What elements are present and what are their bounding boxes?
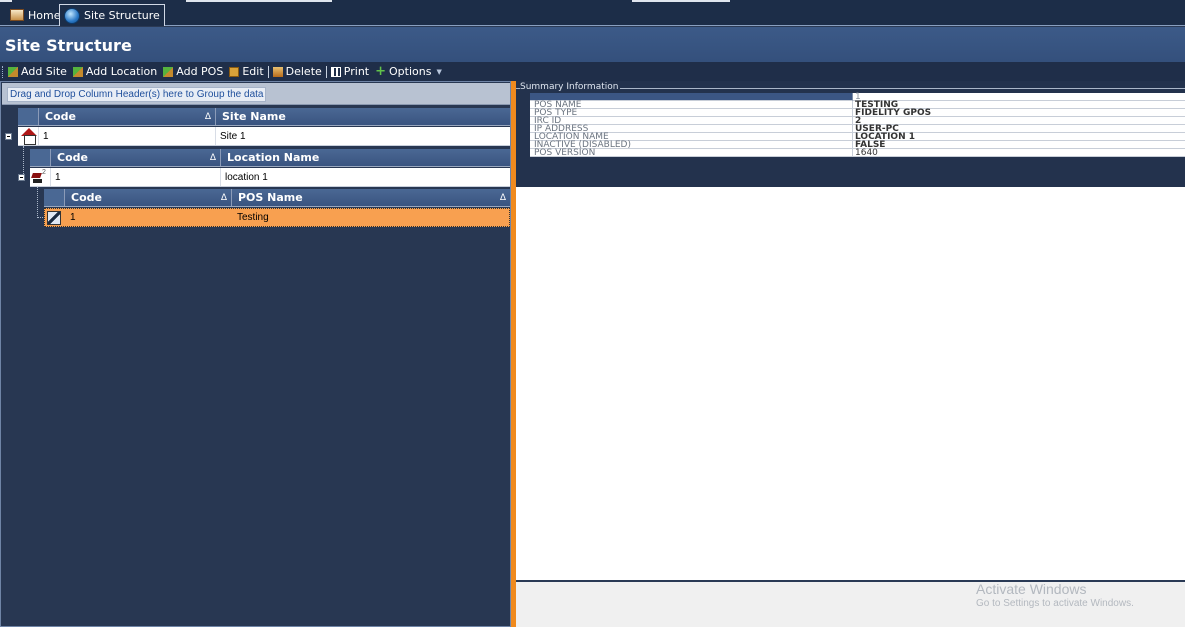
row-indicator-header bbox=[44, 189, 65, 206]
print-button[interactable]: Print bbox=[330, 65, 370, 78]
add-site-button[interactable]: Add Site bbox=[8, 65, 67, 78]
summary-key: POS TYPE bbox=[530, 109, 853, 118]
column-header-code-label: Code bbox=[45, 110, 76, 123]
toolbar-separator bbox=[325, 65, 327, 78]
column-header-location-name-label: Location Name bbox=[227, 151, 320, 164]
add-location-icon bbox=[72, 66, 83, 77]
tab-strip-edge bbox=[0, 0, 12, 2]
page-title: Site Structure bbox=[5, 36, 132, 55]
pos-code-cell: 1 bbox=[70, 212, 76, 223]
sort-icon: Δ bbox=[499, 192, 506, 203]
column-header-pos-name[interactable]: POS Name Δ bbox=[232, 189, 510, 206]
site-row[interactable]: 1 Site 1 bbox=[18, 127, 510, 146]
add-pos-icon bbox=[163, 66, 174, 77]
pos-terminal-icon bbox=[47, 210, 61, 225]
house-icon bbox=[20, 128, 38, 145]
column-header-site-name[interactable]: Site Name bbox=[216, 108, 510, 125]
sort-icon: Δ bbox=[209, 152, 216, 163]
edit-label: Edit bbox=[242, 65, 264, 78]
tab-bar: Home Site Structure bbox=[0, 0, 1185, 26]
tab-home[interactable]: Home bbox=[6, 4, 64, 26]
summary-table: 1 POS NAME TESTING POS TYPE FIDELITY GPO… bbox=[530, 93, 1185, 158]
summary-value: FIDELITY GPOS bbox=[853, 109, 1185, 118]
column-header-code-label: Code bbox=[71, 191, 102, 204]
location-icon-cell: 2 bbox=[30, 168, 51, 186]
site-icon-cell bbox=[18, 127, 39, 145]
row-indicator-header bbox=[18, 108, 39, 125]
location-code-cell: 1 bbox=[51, 168, 221, 186]
location-row[interactable]: 2 1 location 1 bbox=[30, 168, 510, 187]
add-pos-label: Add POS bbox=[176, 65, 224, 78]
tab-site-structure-label: Site Structure bbox=[84, 9, 160, 22]
delete-icon bbox=[272, 66, 283, 77]
pos-name-cell: Testing bbox=[237, 212, 269, 223]
summary-value: LOCATION 1 bbox=[853, 133, 1185, 142]
summary-key: POS VERSION bbox=[530, 149, 853, 158]
activation-watermark-subtitle: Go to Settings to activate Windows. bbox=[976, 598, 1134, 609]
tab-site-structure[interactable]: Site Structure bbox=[59, 4, 165, 26]
chevron-down-icon: ▼ bbox=[436, 67, 442, 76]
column-header-code[interactable]: Code Δ bbox=[51, 149, 221, 166]
summary-group: Summary Information 1 POS NAME TESTING P… bbox=[516, 81, 1185, 187]
column-header-code[interactable]: Code Δ bbox=[39, 108, 216, 125]
collapse-site-icon[interactable] bbox=[5, 133, 12, 140]
location-name-cell: location 1 bbox=[225, 171, 268, 183]
row-indicator-header bbox=[30, 149, 51, 166]
add-site-label: Add Site bbox=[21, 65, 67, 78]
summary-value: 1640 bbox=[853, 149, 1185, 158]
options-button[interactable]: + Options ▼ bbox=[375, 63, 442, 79]
column-header-code-label: Code bbox=[57, 151, 88, 164]
tab-home-label: Home bbox=[28, 8, 61, 22]
add-location-button[interactable]: Add Location bbox=[72, 65, 158, 78]
options-label: Options bbox=[389, 65, 432, 78]
site-grid: Drag and Drop Column Header(s) here to G… bbox=[0, 81, 511, 627]
print-icon bbox=[330, 66, 341, 77]
toolbar-separator bbox=[267, 65, 269, 78]
pos-icon-cell bbox=[45, 209, 66, 226]
summary-value: 2 bbox=[853, 117, 1185, 126]
delete-label: Delete bbox=[285, 65, 322, 78]
print-label: Print bbox=[343, 65, 370, 78]
column-header-location-name[interactable]: Location Name bbox=[221, 149, 510, 166]
summary-row: POS VERSION 1640 bbox=[530, 149, 1185, 158]
toolbar-grip[interactable] bbox=[2, 65, 5, 78]
pos-grid-header: Code Δ POS Name Δ bbox=[44, 189, 510, 207]
toolbar: Add Site Add Location Add POS Edit Delet… bbox=[0, 62, 1185, 81]
site-code-cell: 1 bbox=[39, 127, 216, 145]
globe-icon bbox=[64, 7, 80, 24]
summary-panel: Summary Information 1 POS NAME TESTING P… bbox=[516, 81, 1185, 580]
edit-button[interactable]: Edit bbox=[229, 65, 264, 78]
summary-header-value: 1 bbox=[853, 93, 1185, 102]
location-grid-header: Code Δ Location Name bbox=[30, 149, 510, 167]
plus-icon: + bbox=[375, 63, 387, 79]
site-name-cell: Site 1 bbox=[220, 130, 246, 142]
group-by-hint: Drag and Drop Column Header(s) here to G… bbox=[7, 87, 267, 102]
column-header-site-name-label: Site Name bbox=[222, 110, 286, 123]
sort-icon: Δ bbox=[204, 111, 211, 122]
group-by-bar[interactable]: Drag and Drop Column Header(s) here to G… bbox=[2, 83, 510, 105]
location-badge: 2 bbox=[42, 169, 46, 176]
sort-icon: Δ bbox=[220, 192, 227, 203]
add-location-label: Add Location bbox=[85, 65, 158, 78]
pos-row[interactable]: 1 Testing bbox=[44, 208, 510, 227]
summary-value: FALSE bbox=[853, 141, 1185, 150]
summary-key: POS NAME bbox=[530, 101, 853, 110]
delete-button[interactable]: Delete bbox=[272, 65, 322, 78]
summary-legend: Summary Information bbox=[520, 82, 621, 92]
add-site-icon bbox=[8, 66, 18, 77]
tree-line bbox=[37, 187, 38, 218]
tab-strip-edge bbox=[632, 0, 730, 2]
add-pos-button[interactable]: Add POS bbox=[163, 65, 223, 78]
column-header-pos-name-label: POS Name bbox=[238, 191, 303, 204]
column-header-code[interactable]: Code Δ bbox=[65, 189, 232, 206]
home-icon bbox=[10, 9, 24, 21]
site-grid-header: Code Δ Site Name bbox=[18, 108, 510, 126]
title-band: Site Structure bbox=[0, 27, 1185, 62]
collapse-location-icon[interactable] bbox=[18, 174, 25, 181]
edit-icon bbox=[229, 66, 240, 77]
activation-watermark-title: Activate Windows bbox=[976, 581, 1087, 597]
tab-strip-edge bbox=[186, 0, 332, 2]
